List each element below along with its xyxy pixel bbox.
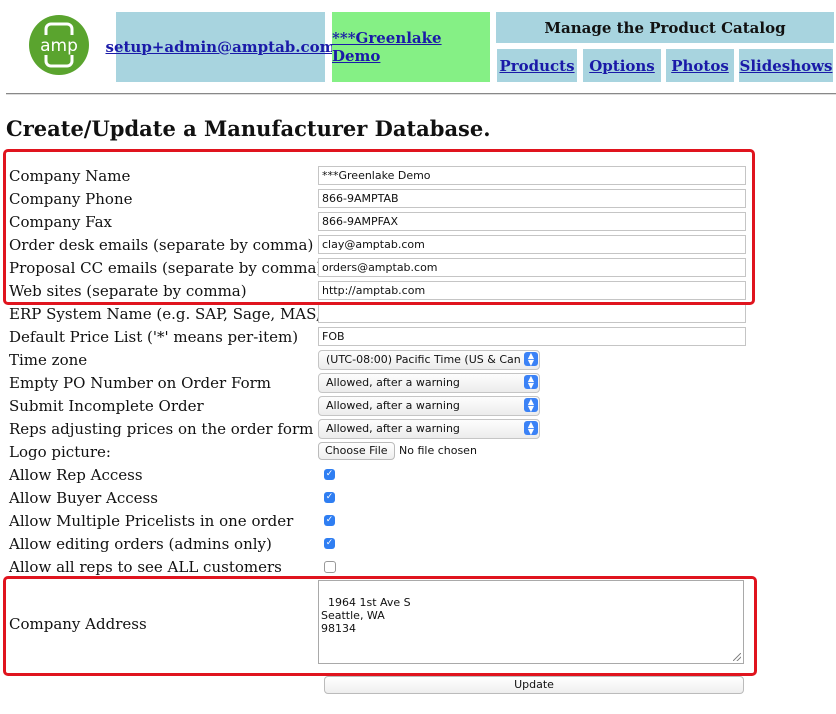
allow-all-reps-checkbox[interactable] [324, 561, 336, 573]
erp-system-input[interactable] [318, 304, 746, 323]
allow-editing-orders-label: Allow editing orders (admins only) [9, 535, 272, 553]
user-email-cell: setup+admin@amptab.com [106, 12, 336, 82]
company-address-label: Company Address [9, 615, 147, 633]
nav-slideshows-link[interactable]: Slideshows [740, 57, 833, 75]
updown-arrow-icon: ▲ ▼ [524, 375, 538, 390]
allow-multiple-pricelists-label: Allow Multiple Pricelists in one order [9, 512, 294, 530]
row-allow-editing-orders: Allow editing orders (admins only) ✓ [0, 533, 836, 556]
default-price-list-label: Default Price List ('*' means per-item) [9, 328, 299, 346]
allow-rep-access-label: Allow Rep Access [9, 466, 143, 484]
allow-rep-access-checkbox[interactable]: ✓ [324, 469, 335, 480]
row-web-sites: Web sites (separate by comma) http://amp… [0, 280, 836, 303]
submit-incomplete-select[interactable]: Allowed, after a warning ▲ ▼ [318, 396, 540, 416]
company-name-label: Company Name [9, 167, 131, 185]
company-fax-label: Company Fax [9, 213, 112, 231]
submit-incomplete-label: Submit Incomplete Order [9, 397, 204, 415]
erp-system-label: ERP System Name (e.g. SAP, Sage, MAS, et… [9, 305, 360, 323]
proposal-cc-emails-input[interactable]: orders@amptab.com [318, 258, 746, 277]
resize-grip-icon[interactable] [733, 653, 741, 661]
empty-po-select[interactable]: Allowed, after a warning ▲ ▼ [318, 373, 540, 393]
page-title: Create/Update a Manufacturer Database. [6, 116, 491, 141]
reps-adjust-prices-value: Allowed, after a warning [326, 422, 460, 435]
reps-adjust-prices-select[interactable]: Allowed, after a warning ▲ ▼ [318, 419, 540, 439]
logo-picture-label: Logo picture: [9, 443, 111, 461]
company-address-textarea[interactable]: 1964 1st Ave S Seattle, WA 98134 [318, 580, 744, 664]
updown-arrow-icon: ▲ ▼ [524, 421, 538, 436]
time-zone-select[interactable]: (UTC-08:00) Pacific Time (US & Can ▲ ▼ [318, 350, 540, 370]
allow-all-reps-label: Allow all reps to see ALL customers [9, 558, 282, 576]
row-time-zone: Time zone (UTC-08:00) Pacific Time (US &… [0, 349, 836, 372]
nav-slideshows: Slideshows [739, 49, 833, 82]
company-link[interactable]: ***Greenlake Demo [332, 29, 490, 65]
updown-arrow-icon: ▲ ▼ [524, 352, 538, 367]
company-phone-label: Company Phone [9, 190, 133, 208]
empty-po-value: Allowed, after a warning [326, 376, 460, 389]
company-address-value: 1964 1st Ave S Seattle, WA 98134 [321, 596, 411, 635]
company-phone-input[interactable]: 866-9AMPTAB [318, 189, 746, 208]
row-company-fax: Company Fax 866-9AMPFAX [0, 211, 836, 234]
updown-arrow-icon: ▲ ▼ [524, 398, 538, 413]
nav-products: Products [497, 49, 577, 82]
user-email-link[interactable]: setup+admin@amptab.com [106, 38, 336, 56]
row-allow-buyer-access: Allow Buyer Access ✓ [0, 487, 836, 510]
row-allow-multiple-pricelists: Allow Multiple Pricelists in one order ✓ [0, 510, 836, 533]
choose-file-button[interactable]: Choose File [318, 442, 395, 460]
time-zone-label: Time zone [9, 351, 88, 369]
row-default-price-list: Default Price List ('*' means per-item) … [0, 326, 836, 349]
row-company-name: Company Name ***Greenlake Demo [0, 165, 836, 188]
web-sites-input[interactable]: http://amptab.com [318, 281, 746, 300]
nav-photos: Photos [666, 49, 734, 82]
submit-incomplete-value: Allowed, after a warning [326, 399, 460, 412]
amp-logo[interactable]: amp [29, 15, 89, 75]
row-proposal-cc-emails: Proposal CC emails (separate by comma) o… [0, 257, 836, 280]
row-logo-picture: Logo picture: Choose File No file chosen [0, 441, 836, 464]
nav-options: Options [583, 49, 661, 82]
row-allow-rep-access: Allow Rep Access ✓ [0, 464, 836, 487]
row-order-desk-emails: Order desk emails (separate by comma) cl… [0, 234, 836, 257]
proposal-cc-emails-label: Proposal CC emails (separate by comma) [9, 259, 323, 277]
order-desk-emails-label: Order desk emails (separate by comma) [9, 236, 314, 254]
allow-multiple-pricelists-checkbox[interactable]: ✓ [324, 515, 335, 526]
allow-editing-orders-checkbox[interactable]: ✓ [324, 538, 335, 549]
header-divider [6, 93, 836, 95]
reps-adjust-prices-label: Reps adjusting prices on the order form [9, 420, 314, 438]
order-desk-emails-input[interactable]: clay@amptab.com [318, 235, 746, 254]
catalog-title: Manage the Product Catalog [496, 12, 834, 43]
company-fax-input[interactable]: 866-9AMPFAX [318, 212, 746, 231]
row-empty-po: Empty PO Number on Order Form Allowed, a… [0, 372, 836, 395]
row-erp-system: ERP System Name (e.g. SAP, Sage, MAS, et… [0, 303, 836, 326]
company-cell: ***Greenlake Demo [332, 12, 490, 82]
web-sites-label: Web sites (separate by comma) [9, 282, 247, 300]
nav-products-link[interactable]: Products [499, 57, 574, 75]
row-allow-all-reps: Allow all reps to see ALL customers [0, 556, 836, 579]
default-price-list-input[interactable]: FOB [318, 327, 746, 346]
row-submit-incomplete: Submit Incomplete Order Allowed, after a… [0, 395, 836, 418]
row-company-phone: Company Phone 866-9AMPTAB [0, 188, 836, 211]
time-zone-value: (UTC-08:00) Pacific Time (US & Can [326, 353, 521, 366]
allow-buyer-access-label: Allow Buyer Access [9, 489, 158, 507]
company-name-input[interactable]: ***Greenlake Demo [318, 166, 746, 185]
nav-photos-link[interactable]: Photos [671, 57, 729, 75]
nav-options-link[interactable]: Options [589, 57, 655, 75]
row-reps-adjust-prices: Reps adjusting prices on the order form … [0, 418, 836, 441]
allow-buyer-access-checkbox[interactable]: ✓ [324, 492, 335, 503]
file-status: No file chosen [399, 444, 477, 457]
empty-po-label: Empty PO Number on Order Form [9, 374, 271, 392]
svg-text:amp: amp [40, 36, 78, 56]
update-button[interactable]: Update [324, 676, 744, 694]
